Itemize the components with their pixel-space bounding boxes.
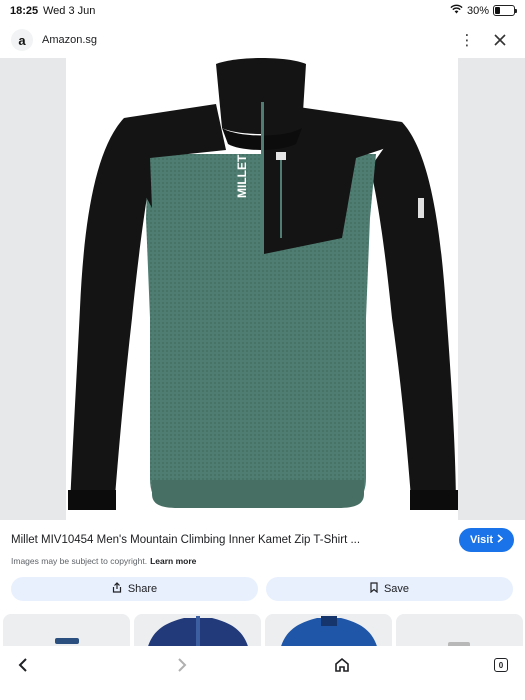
- bottom-toolbar: 0: [0, 646, 525, 700]
- share-label: Share: [127, 583, 158, 595]
- copyright-text: Images may be subject to copyright.: [11, 556, 148, 566]
- close-icon[interactable]: [490, 30, 510, 50]
- status-date: Wed 3 Jun: [43, 5, 96, 17]
- status-time: 18:25: [10, 5, 39, 17]
- tabs-button[interactable]: 0: [490, 654, 512, 676]
- copyright-notice: Images may be subject to copyright. Learn…: [11, 556, 196, 566]
- related-image[interactable]: [396, 614, 523, 646]
- chevron-left-icon[interactable]: [12, 654, 34, 676]
- product-image[interactable]: MILLET: [66, 58, 458, 520]
- more-vert-icon[interactable]: ⋮: [460, 30, 475, 50]
- site-name[interactable]: Amazon.sg: [42, 34, 97, 46]
- share-button[interactable]: Share: [11, 577, 258, 601]
- visit-button[interactable]: Visit: [459, 528, 514, 552]
- image-viewer: MILLET: [0, 58, 525, 520]
- bookmark-icon: [370, 582, 378, 596]
- related-image[interactable]: [265, 614, 392, 646]
- battery-icon: [493, 5, 517, 16]
- product-title[interactable]: Millet MIV10454 Men's Mountain Climbing …: [11, 534, 451, 546]
- jacket-illustration: MILLET: [68, 58, 458, 510]
- related-image[interactable]: [134, 614, 261, 646]
- home-icon[interactable]: [331, 654, 353, 676]
- chevron-right-icon: [497, 534, 504, 546]
- battery-percent: 30%: [466, 4, 489, 17]
- chevron-right-icon[interactable]: [171, 654, 193, 676]
- save-label: Save: [383, 583, 410, 595]
- wifi-icon: [450, 4, 463, 17]
- amazon-logo[interactable]: a: [11, 29, 33, 51]
- visit-label: Visit: [469, 534, 494, 546]
- status-right: 30%: [450, 4, 517, 17]
- share-icon: [112, 582, 122, 596]
- tab-count: 0: [494, 658, 508, 672]
- related-images: [0, 614, 525, 646]
- status-bar: 18:25 Wed 3 Jun 30%: [0, 0, 525, 22]
- save-button[interactable]: Save: [266, 577, 513, 601]
- related-image[interactable]: [3, 614, 130, 646]
- site-header: a Amazon.sg ⋮: [0, 26, 525, 56]
- learn-more-link[interactable]: Learn more: [150, 556, 196, 566]
- brand-print: MILLET: [235, 154, 249, 198]
